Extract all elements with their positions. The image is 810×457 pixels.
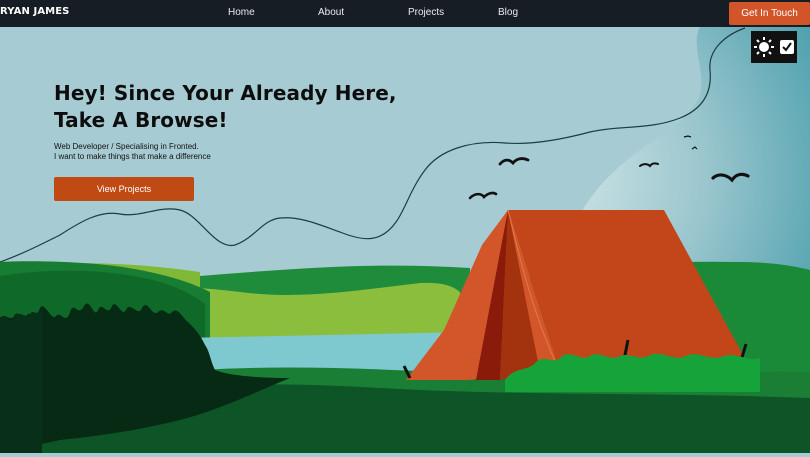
hero-subtitle-line-2: I want to make things that make a differ…	[54, 151, 211, 161]
theme-toggle[interactable]	[751, 31, 797, 63]
top-navbar: RYAN JAMES Home About Projects Blog Get …	[0, 0, 810, 27]
nav-link-home[interactable]: Home	[228, 7, 255, 18]
checkbox-checked-icon[interactable]	[779, 39, 795, 55]
hero-content: Hey! Since Your Already Here, Take A Bro…	[54, 80, 397, 201]
hero-title-line-1: Hey! Since Your Already Here,	[54, 81, 397, 105]
hero-title-line-2: Take A Browse!	[54, 108, 228, 132]
view-projects-button[interactable]: View Projects	[54, 177, 194, 201]
nav-link-about[interactable]: About	[318, 7, 344, 18]
nav-link-projects[interactable]: Projects	[408, 7, 444, 18]
brand-logo[interactable]: RYAN JAMES	[0, 6, 69, 17]
sun-icon	[753, 37, 774, 57]
nav-link-blog[interactable]: Blog	[498, 7, 518, 18]
hero-title: Hey! Since Your Already Here, Take A Bro…	[54, 80, 397, 134]
get-in-touch-button[interactable]: Get In Touch	[729, 2, 810, 25]
hero-subtitle: Web Developer / Specialising in Fronted.…	[54, 142, 397, 161]
hero-subtitle-line-1: Web Developer / Specialising in Fronted.	[54, 142, 199, 151]
